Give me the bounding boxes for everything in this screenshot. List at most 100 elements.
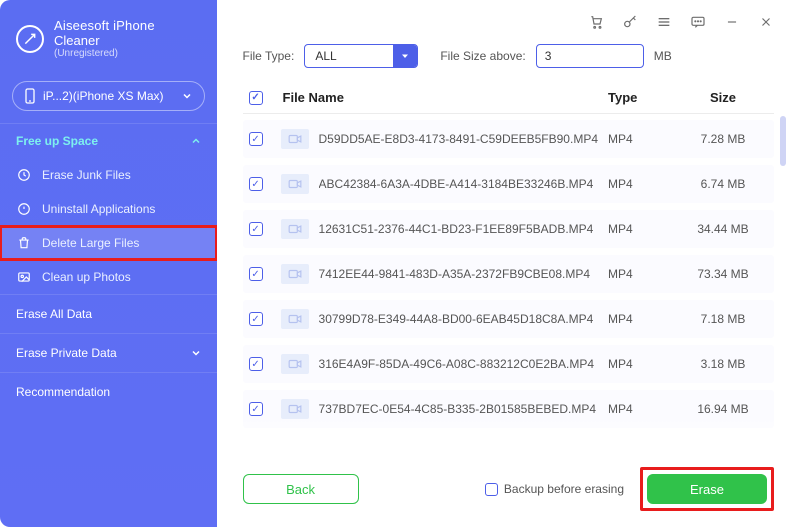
sidebar-item-cleanup-photos[interactable]: Clean up Photos bbox=[0, 260, 217, 294]
uninstall-icon bbox=[16, 201, 32, 217]
video-thumb-icon bbox=[281, 174, 309, 194]
scrollbar[interactable] bbox=[780, 116, 786, 166]
file-type-select[interactable]: ALL bbox=[304, 44, 418, 68]
file-type: MP4 bbox=[608, 402, 678, 416]
back-button[interactable]: Back bbox=[243, 474, 359, 504]
header-type[interactable]: Type bbox=[608, 90, 678, 105]
file-type: MP4 bbox=[608, 132, 678, 146]
section-label: Free up Space bbox=[16, 134, 98, 148]
file-name: 737BD7EC-0E54-4C85-B335-2B01585BEBED.MP4 bbox=[319, 402, 608, 416]
menu-icon[interactable] bbox=[656, 14, 672, 30]
file-type: MP4 bbox=[608, 357, 678, 371]
row-checkbox[interactable]: ✓ bbox=[249, 402, 263, 416]
file-name: 7412EE44-9841-483D-A35A-2372FB9CBE08.MP4 bbox=[319, 267, 608, 281]
sidebar-item-label: Uninstall Applications bbox=[42, 202, 155, 216]
row-checkbox[interactable]: ✓ bbox=[249, 177, 263, 191]
file-size: 3.18 MB bbox=[678, 357, 768, 371]
backup-before-erasing[interactable]: Backup before erasing bbox=[485, 482, 624, 496]
table-row[interactable]: ✓ 316E4A9F-85DA-49C6-A08C-883212C0E2BA.MP… bbox=[243, 345, 774, 383]
header-size[interactable]: Size bbox=[678, 90, 768, 105]
file-type-value: ALL bbox=[305, 49, 393, 63]
file-name: D59DD5AE-E8D3-4173-8491-C59DEEB5FB90.MP4 bbox=[319, 132, 608, 146]
select-all-checkbox[interactable]: ✓ bbox=[249, 91, 263, 105]
file-size: 7.18 MB bbox=[678, 312, 768, 326]
file-name: 316E4A9F-85DA-49C6-A08C-883212C0E2BA.MP4 bbox=[319, 357, 608, 371]
table-row[interactable]: ✓ 12631C51-2376-44C1-BD23-F1EE89F5BADB.MP… bbox=[243, 210, 774, 248]
topbar bbox=[217, 0, 800, 38]
table-row[interactable]: ✓ D59DD5AE-E8D3-4173-8491-C59DEEB5FB90.MP… bbox=[243, 120, 774, 158]
app-title-1: Aiseesoft iPhone bbox=[54, 18, 155, 33]
section-recommendation[interactable]: Recommendation bbox=[0, 372, 217, 411]
file-name: 30799D78-E349-44A8-BD00-6EAB45D18C8A.MP4 bbox=[319, 312, 608, 326]
phone-icon bbox=[25, 88, 35, 104]
table-row[interactable]: ✓ 30799D78-E349-44A8-BD00-6EAB45D18C8A.MP… bbox=[243, 300, 774, 338]
sidebar-item-delete-large[interactable]: Delete Large Files bbox=[0, 226, 217, 260]
sidebar: Aiseesoft iPhone Cleaner (Unregistered) … bbox=[0, 0, 217, 527]
table-body: ✓ D59DD5AE-E8D3-4173-8491-C59DEEB5FB90.MP… bbox=[243, 114, 774, 453]
brand: Aiseesoft iPhone Cleaner (Unregistered) bbox=[0, 12, 217, 75]
trash-icon bbox=[16, 235, 32, 251]
row-checkbox[interactable]: ✓ bbox=[249, 267, 263, 281]
photo-icon bbox=[16, 269, 32, 285]
video-thumb-icon bbox=[281, 264, 309, 284]
table-row[interactable]: ✓ 737BD7EC-0E54-4C85-B335-2B01585BEBED.MP… bbox=[243, 390, 774, 428]
table-row[interactable]: ✓ ABC42384-6A3A-4DBE-A414-3184BE33246B.MP… bbox=[243, 165, 774, 203]
feedback-icon[interactable] bbox=[690, 14, 706, 30]
chevron-up-icon bbox=[191, 136, 201, 146]
close-icon[interactable] bbox=[758, 14, 774, 30]
device-label: iP...2)(iPhone XS Max) bbox=[43, 89, 164, 103]
chevron-down-icon bbox=[191, 348, 201, 358]
file-name: 12631C51-2376-44C1-BD23-F1EE89F5BADB.MP4 bbox=[319, 222, 608, 236]
row-checkbox[interactable]: ✓ bbox=[249, 222, 263, 236]
backup-checkbox[interactable] bbox=[485, 483, 498, 496]
video-thumb-icon bbox=[281, 219, 309, 239]
file-type: MP4 bbox=[608, 312, 678, 326]
row-checkbox[interactable]: ✓ bbox=[249, 312, 263, 326]
app-title-2: Cleaner bbox=[54, 33, 155, 48]
erase-highlight: Erase bbox=[640, 467, 774, 511]
minimize-icon[interactable] bbox=[724, 14, 740, 30]
footer: Back Backup before erasing Erase bbox=[217, 453, 800, 527]
backup-label: Backup before erasing bbox=[504, 482, 624, 496]
file-size: 73.34 MB bbox=[678, 267, 768, 281]
device-selector[interactable]: iP...2)(iPhone XS Max) bbox=[12, 81, 205, 111]
sidebar-item-label: Erase Junk Files bbox=[42, 168, 131, 182]
app-status: (Unregistered) bbox=[54, 48, 155, 59]
sidebar-item-label: Delete Large Files bbox=[42, 236, 139, 250]
sidebar-item-erase-junk[interactable]: Erase Junk Files bbox=[0, 158, 217, 192]
file-type: MP4 bbox=[608, 222, 678, 236]
file-type: MP4 bbox=[608, 267, 678, 281]
video-thumb-icon bbox=[281, 309, 309, 329]
cart-icon[interactable] bbox=[588, 14, 604, 30]
file-size-label: File Size above: bbox=[440, 49, 525, 63]
file-table: ✓ File Name Type Size ✓ D59DD5AE-E8D3-417… bbox=[217, 82, 800, 453]
table-row[interactable]: ✓ 7412EE44-9841-483D-A35A-2372FB9CBE08.MP… bbox=[243, 255, 774, 293]
app-logo-icon bbox=[16, 25, 44, 53]
main-panel: File Type: ALL File Size above: MB ✓ Fil… bbox=[217, 0, 800, 527]
row-checkbox[interactable]: ✓ bbox=[249, 132, 263, 146]
table-header: ✓ File Name Type Size bbox=[243, 82, 774, 114]
file-size-unit: MB bbox=[654, 49, 672, 63]
chevron-down-icon bbox=[182, 91, 192, 101]
filter-bar: File Type: ALL File Size above: MB bbox=[217, 38, 800, 82]
erase-button[interactable]: Erase bbox=[647, 474, 767, 504]
section-erase-all[interactable]: Erase All Data bbox=[0, 294, 217, 333]
file-size: 7.28 MB bbox=[678, 132, 768, 146]
section-label: Recommendation bbox=[16, 385, 110, 399]
file-type-label: File Type: bbox=[243, 49, 295, 63]
file-name: ABC42384-6A3A-4DBE-A414-3184BE33246B.MP4 bbox=[319, 177, 608, 191]
clock-icon bbox=[16, 167, 32, 183]
key-icon[interactable] bbox=[622, 14, 638, 30]
section-erase-private[interactable]: Erase Private Data bbox=[0, 333, 217, 372]
file-size-input[interactable] bbox=[536, 44, 644, 68]
file-size: 6.74 MB bbox=[678, 177, 768, 191]
section-label: Erase Private Data bbox=[16, 346, 117, 360]
header-filename[interactable]: File Name bbox=[277, 90, 608, 105]
section-free-up-space[interactable]: Free up Space bbox=[0, 123, 217, 158]
video-thumb-icon bbox=[281, 399, 309, 419]
row-checkbox[interactable]: ✓ bbox=[249, 357, 263, 371]
caret-down-icon bbox=[393, 44, 417, 68]
file-size: 16.94 MB bbox=[678, 402, 768, 416]
sidebar-item-uninstall[interactable]: Uninstall Applications bbox=[0, 192, 217, 226]
video-thumb-icon bbox=[281, 129, 309, 149]
